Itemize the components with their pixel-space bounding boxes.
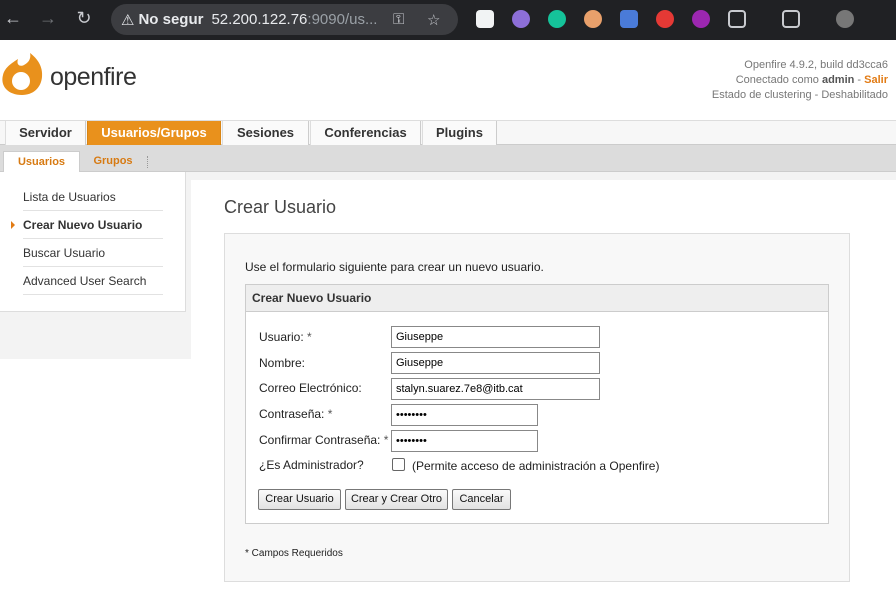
logout-link[interactable]: Salir [864,74,888,86]
key-icon[interactable]: ⚿ [393,11,404,28]
email-input[interactable] [391,378,600,400]
main-tabs: Servidor Usuarios/Grupos Sesiones Confer… [0,120,896,146]
sidebar-item-buscar-usuario[interactable]: Buscar Usuario [23,239,163,267]
translate-icon[interactable] [620,10,638,28]
browser-toolbar: ← → ↻ ⚠ No segur 52.200.122.76:9090/us..… [0,0,896,40]
subtab-divider [147,156,148,168]
tab-servidor[interactable]: Servidor [5,121,86,146]
password-input[interactable] [391,404,538,426]
intro-text: Use el formulario siguiente para crear u… [245,260,544,274]
url-host: 52.200.122.76 [211,11,308,28]
sidebar-item-lista-usuarios[interactable]: Lista de Usuarios [23,183,163,211]
name-input[interactable] [391,352,600,374]
extension-icon-1[interactable] [476,10,494,28]
sidebar-item-label: Crear Nuevo Usuario [23,218,143,232]
password-label: Contraseña: * [259,407,333,421]
cluster-status: Estado de clustering - Deshabilitado [711,89,888,101]
page-title: Crear Usuario [224,197,337,217]
sidebar: Lista de Usuarios Crear Nuevo Usuario Bu… [0,172,191,359]
sidebar-menu: Lista de Usuarios Crear Nuevo Usuario Bu… [0,172,186,312]
star-icon[interactable]: ☆ [427,11,440,29]
sidebar-item-crear-usuario[interactable]: Crear Nuevo Usuario [11,211,163,239]
extension-icon-4[interactable] [584,10,602,28]
current-user: admin [821,74,855,86]
admin-checkbox[interactable] [392,458,405,471]
openfire-logo-text: openfire [50,63,137,91]
tab-usuarios-grupos[interactable]: Usuarios/Grupos [87,121,221,146]
profile-avatar[interactable] [836,10,854,28]
create-another-button[interactable]: Crear y Crear Otro [345,489,448,510]
create-user-form: Crear Nuevo Usuario Usuario: * Nombre: C… [245,284,829,524]
url-rest: :9090/us... [307,11,378,28]
content-top-strip [191,172,896,180]
form-title: Crear Nuevo Usuario [246,285,828,312]
tab-plugins[interactable]: Plugins [422,121,497,146]
active-arrow-icon [11,221,15,229]
openfire-logo-icon [2,53,43,95]
admin-note: (Permite acceso de administración a Open… [412,459,660,473]
extensions-puzzle-icon[interactable] [728,10,746,28]
extension-icon-2[interactable] [512,10,530,28]
security-label: No segur [138,11,204,28]
confirm-password-label: Confirmar Contraseña: * [259,433,389,447]
page-translate-icon[interactable] [782,10,800,28]
version-line: Openfire 4.9.2, build dd3cca6 [744,59,888,71]
create-user-button[interactable]: Crear Usuario [258,489,341,510]
tab-sesiones[interactable]: Sesiones [222,121,309,146]
connected-line: Conectado como admin - Salir [735,74,888,86]
admin-label: ¿Es Administrador? [259,458,364,472]
subtab-grupos[interactable]: Grupos [82,151,144,172]
required-fields-note: * Campos Requeridos [245,548,343,559]
reload-icon[interactable]: ↻ [73,8,95,29]
forward-icon[interactable]: → [37,8,59,29]
confirm-password-input[interactable] [391,430,538,452]
address-bar[interactable]: ⚠ No segur 52.200.122.76:9090/us... ⚿ ☆ [111,4,458,35]
back-icon[interactable]: ← [2,8,24,29]
username-input[interactable] [391,326,600,348]
sidebar-item-advanced-search[interactable]: Advanced User Search [23,267,163,295]
email-label: Correo Electrónico: [259,381,362,395]
cancel-button[interactable]: Cancelar [452,489,511,510]
warning-icon: ⚠ [121,11,135,29]
grammarly-icon[interactable] [548,10,566,28]
new-badge-extension-icon[interactable] [692,10,710,28]
subtab-usuarios[interactable]: Usuarios [3,151,80,172]
extension-icon-6[interactable] [656,10,674,28]
server-info: Openfire 4.9.2, build dd3cca6 Conectado … [712,58,888,103]
tab-conferencias[interactable]: Conferencias [310,121,421,146]
username-label: Usuario: * [259,330,312,344]
name-label: Nombre: [259,356,306,370]
sub-tabs: Usuarios Grupos [0,145,896,172]
